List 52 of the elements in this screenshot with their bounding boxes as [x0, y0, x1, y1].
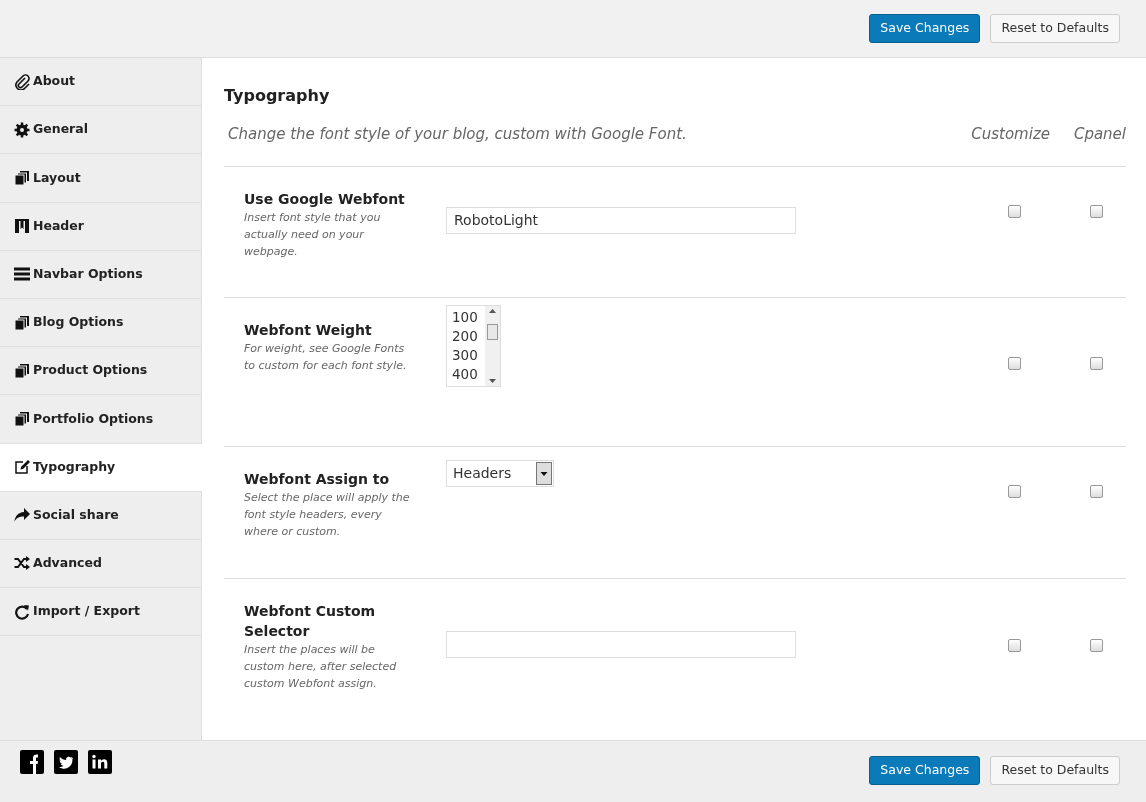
option-description: Insert font style that you actually need on your webpage.: [244, 209, 382, 260]
scrollbar[interactable]: [485, 305, 500, 386]
option-label: Webfont Custom Selector: [244, 601, 377, 641]
option-label: Webfont Weight: [244, 320, 373, 340]
stacked-pages-icon: [14, 314, 30, 331]
list-option[interactable]: 400: [452, 364, 485, 384]
twitter-icon[interactable]: [54, 750, 78, 774]
option-label: Webfont Assign to: [244, 469, 391, 489]
list-option[interactable]: 300: [452, 345, 485, 365]
save-changes-button[interactable]: Save Changes: [869, 756, 981, 785]
stacked-pages-icon: [14, 410, 30, 427]
scroll-thumb[interactable]: [487, 323, 498, 340]
checkbox[interactable]: [1008, 638, 1021, 652]
shuffle-icon: [14, 555, 30, 572]
option-description: Select the place will apply the font style headers, every where or custom.: [244, 489, 411, 540]
checkbox[interactable]: [1090, 204, 1103, 218]
linkedin-icon[interactable]: [88, 750, 112, 774]
reset-button[interactable]: Reset to Defaults: [990, 14, 1120, 43]
facebook-icon[interactable]: [20, 750, 44, 774]
option-description: For weight, see Google Fonts to custom for each font style.: [244, 340, 408, 374]
checkbox[interactable]: [1090, 356, 1103, 370]
option-description: Insert the places will be custom here, after selected custom Webfont assign.: [244, 641, 398, 692]
scroll-down-icon[interactable]: [489, 378, 496, 383]
checkbox[interactable]: [1008, 204, 1021, 218]
text-field[interactable]: [446, 630, 796, 658]
column-header: Customize: [970, 124, 1050, 145]
checkbox[interactable]: [1008, 484, 1021, 498]
option-label: Use Google Webfont: [244, 189, 406, 209]
paperclip-icon: [14, 73, 30, 90]
reset-button[interactable]: Reset to Defaults: [990, 756, 1120, 785]
sidebar-item[interactable]: Typography: [0, 443, 202, 492]
text-field[interactable]: RobotoLight: [446, 206, 796, 234]
save-changes-button[interactable]: Save Changes: [869, 14, 981, 43]
stacked-pages-icon: [14, 362, 30, 379]
list-option[interactable]: 200: [452, 326, 485, 346]
list-option[interactable]: 100: [452, 307, 485, 327]
edit-icon: [14, 459, 30, 476]
stacked-pages-icon: [14, 169, 30, 186]
bookmark-icon: [14, 218, 30, 235]
caret-icon: [536, 461, 552, 485]
checkbox[interactable]: [1008, 356, 1021, 370]
section-subtitle: Change the font style of your blog, custom with Google Font.: [227, 124, 688, 145]
column-header: Cpanel: [1072, 124, 1126, 145]
checkbox[interactable]: [1090, 638, 1103, 652]
list-box[interactable]: 100 200 300 400: [446, 304, 501, 387]
checkbox[interactable]: [1090, 484, 1103, 498]
gear-icon: [14, 121, 30, 138]
dropdown[interactable]: Headers: [446, 459, 554, 487]
menu-icon: [14, 266, 30, 283]
scroll-up-icon[interactable]: [489, 308, 496, 313]
refresh-icon: [14, 603, 30, 620]
section-title: Typography: [224, 85, 331, 107]
